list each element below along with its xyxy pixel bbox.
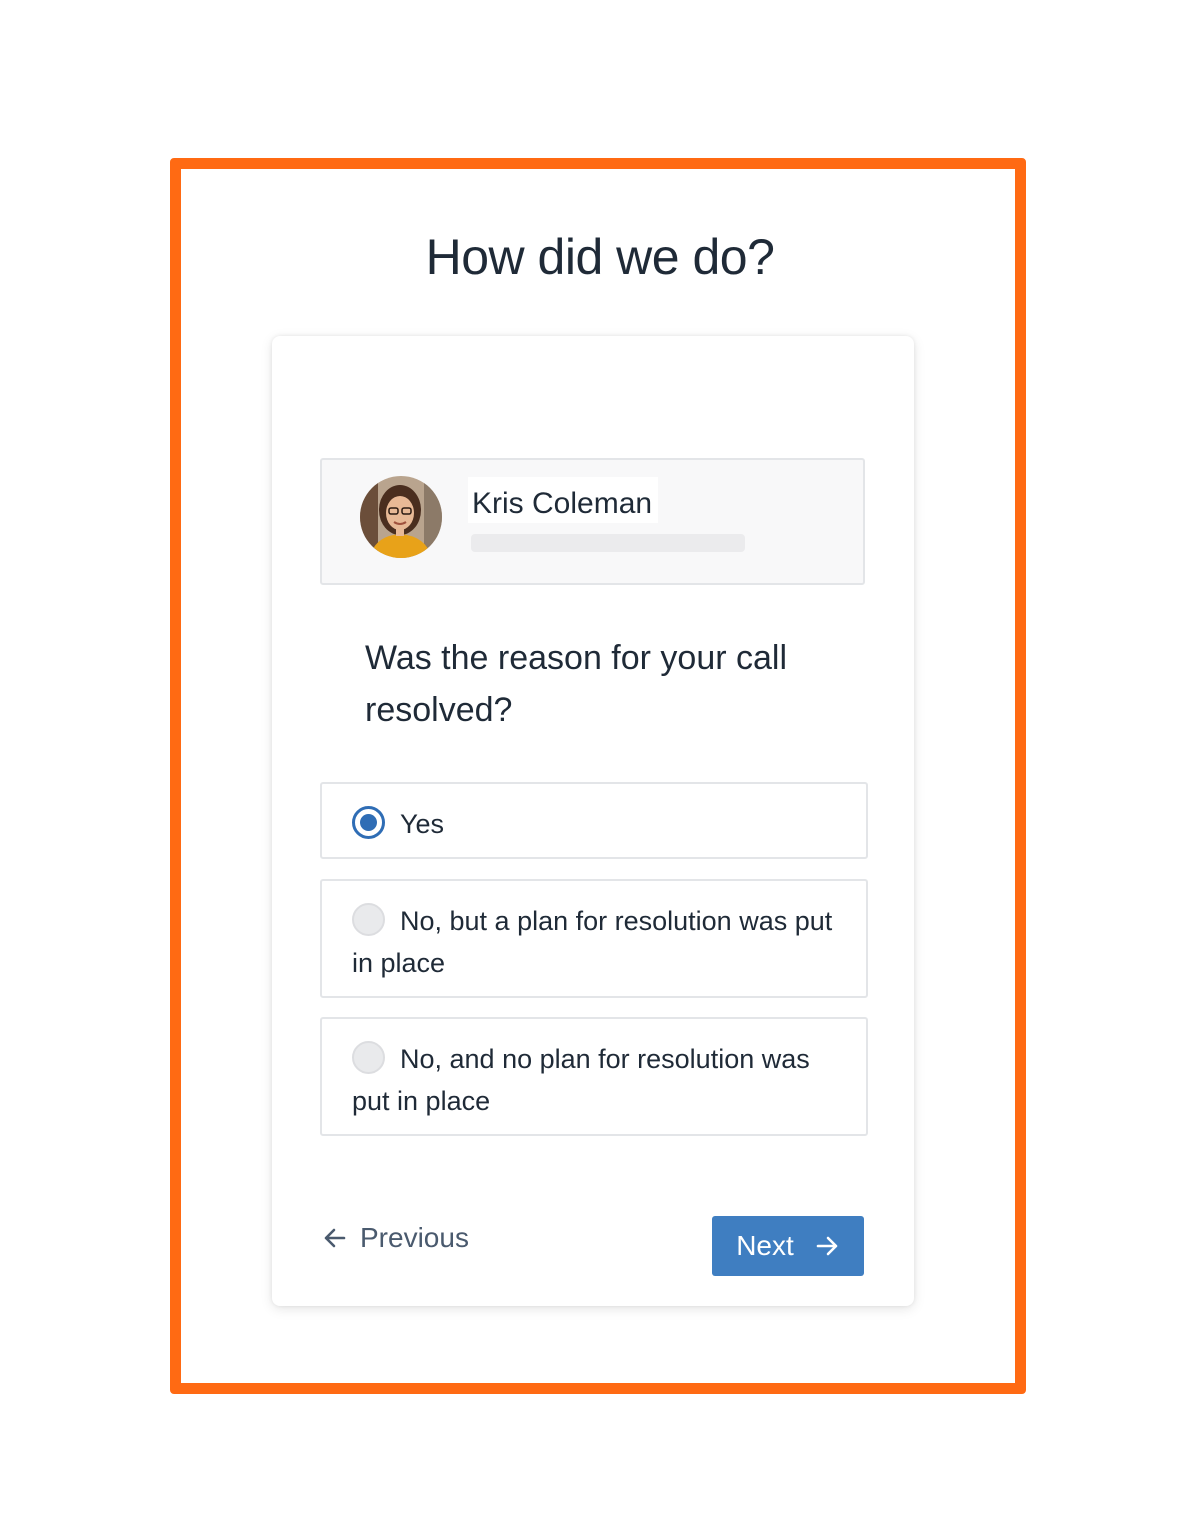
option-label: No, but a plan for resolution was put in…	[352, 906, 833, 978]
option-yes[interactable]: Yes	[320, 782, 868, 859]
page-title: How did we do?	[425, 229, 775, 285]
option-no-plan-in-place[interactable]: No, but a plan for resolution was put in…	[320, 879, 868, 998]
radio-checked-icon[interactable]	[352, 806, 385, 839]
radio-unchecked-icon[interactable]	[352, 1041, 385, 1074]
radio-unchecked-icon[interactable]	[352, 903, 385, 936]
next-label: Next	[736, 1230, 794, 1261]
previous-label: Previous	[360, 1222, 469, 1253]
option-label: Yes	[400, 809, 445, 839]
next-button[interactable]: Next	[712, 1216, 864, 1276]
question-text: Was the reason for your call resolved?	[365, 639, 788, 729]
option-no-plan[interactable]: No, and no plan for resolution was put i…	[320, 1017, 868, 1136]
arrow-right-icon	[816, 1236, 838, 1256]
agent-photo	[360, 476, 442, 558]
option-label: No, and no plan for resolution was put i…	[352, 1044, 810, 1116]
previous-link[interactable]: Previous	[322, 1218, 469, 1258]
agent-name: Kris Coleman	[468, 477, 659, 523]
arrow-left-icon	[324, 1228, 346, 1248]
agent-subtitle-placeholder	[471, 534, 745, 552]
avatar	[360, 476, 442, 558]
